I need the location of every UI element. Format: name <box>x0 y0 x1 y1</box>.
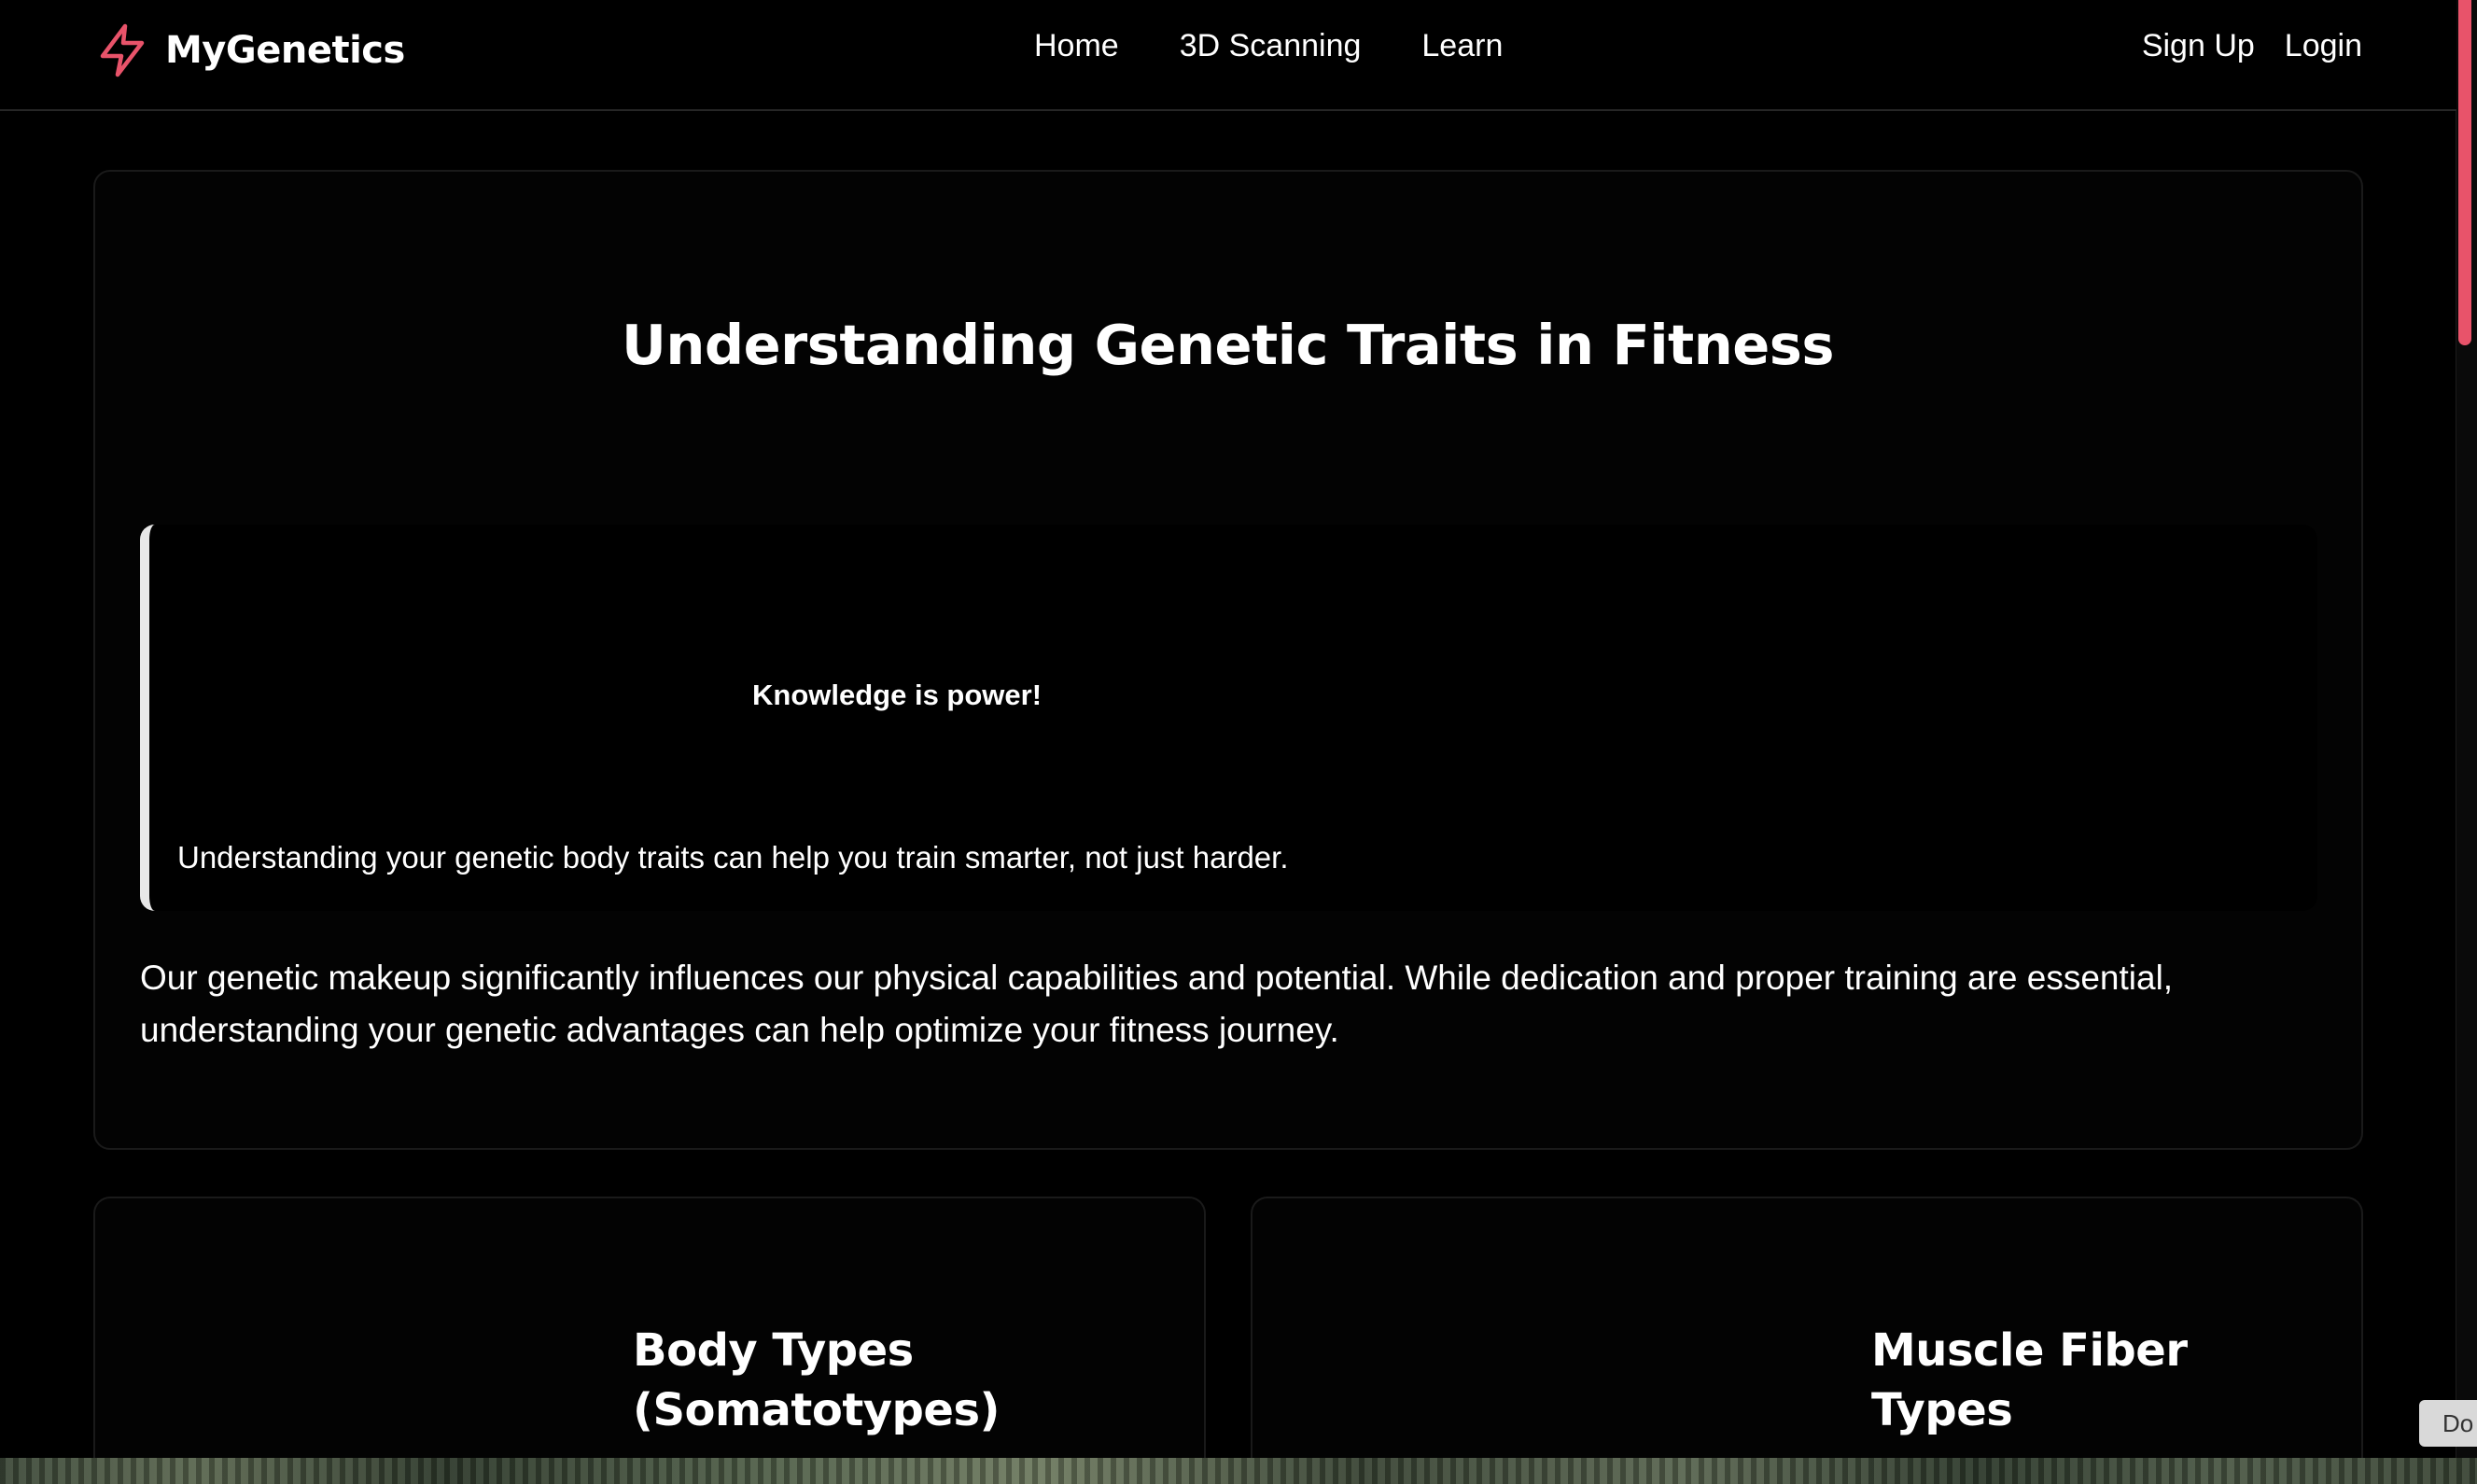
signup-link[interactable]: Sign Up <box>2142 28 2255 64</box>
main-nav: Home 3D Scanning Learn <box>1034 28 1503 64</box>
brand-name: MyGenetics <box>165 29 405 72</box>
app-window: MyGenetics Home 3D Scanning Learn Sign U… <box>0 0 2456 1467</box>
intro-paragraph: Our genetic makeup significantly influen… <box>140 959 2174 1049</box>
lightning-bolt-icon <box>100 23 145 77</box>
background-photo-strip <box>0 1458 2477 1484</box>
top-navbar: MyGenetics Home 3D Scanning Learn Sign U… <box>0 0 2456 111</box>
brand-logo-link[interactable]: MyGenetics <box>96 22 405 78</box>
nav-item-home[interactable]: Home <box>1034 28 1119 64</box>
quote-text: Understanding your genetic body traits c… <box>177 840 1289 875</box>
body-types-heading: Body Types (Somatotypes) <box>633 1324 1000 1436</box>
muscle-fiber-heading: Muscle Fiber Types <box>1871 1324 2188 1436</box>
login-link[interactable]: Login <box>2285 28 2362 64</box>
nav-item-learn[interactable]: Learn <box>1421 28 1503 64</box>
quote-heading: Knowledge is power! <box>752 679 1043 711</box>
page-title: Understanding Genetic Traits in Fitness <box>621 313 1835 377</box>
corner-tab[interactable]: Do <box>2419 1400 2477 1447</box>
auth-nav: Sign Up Login <box>2142 28 2362 64</box>
nav-item-3d-scanning[interactable]: 3D Scanning <box>1180 28 1362 64</box>
scrollbar-thumb[interactable] <box>2458 0 2471 345</box>
